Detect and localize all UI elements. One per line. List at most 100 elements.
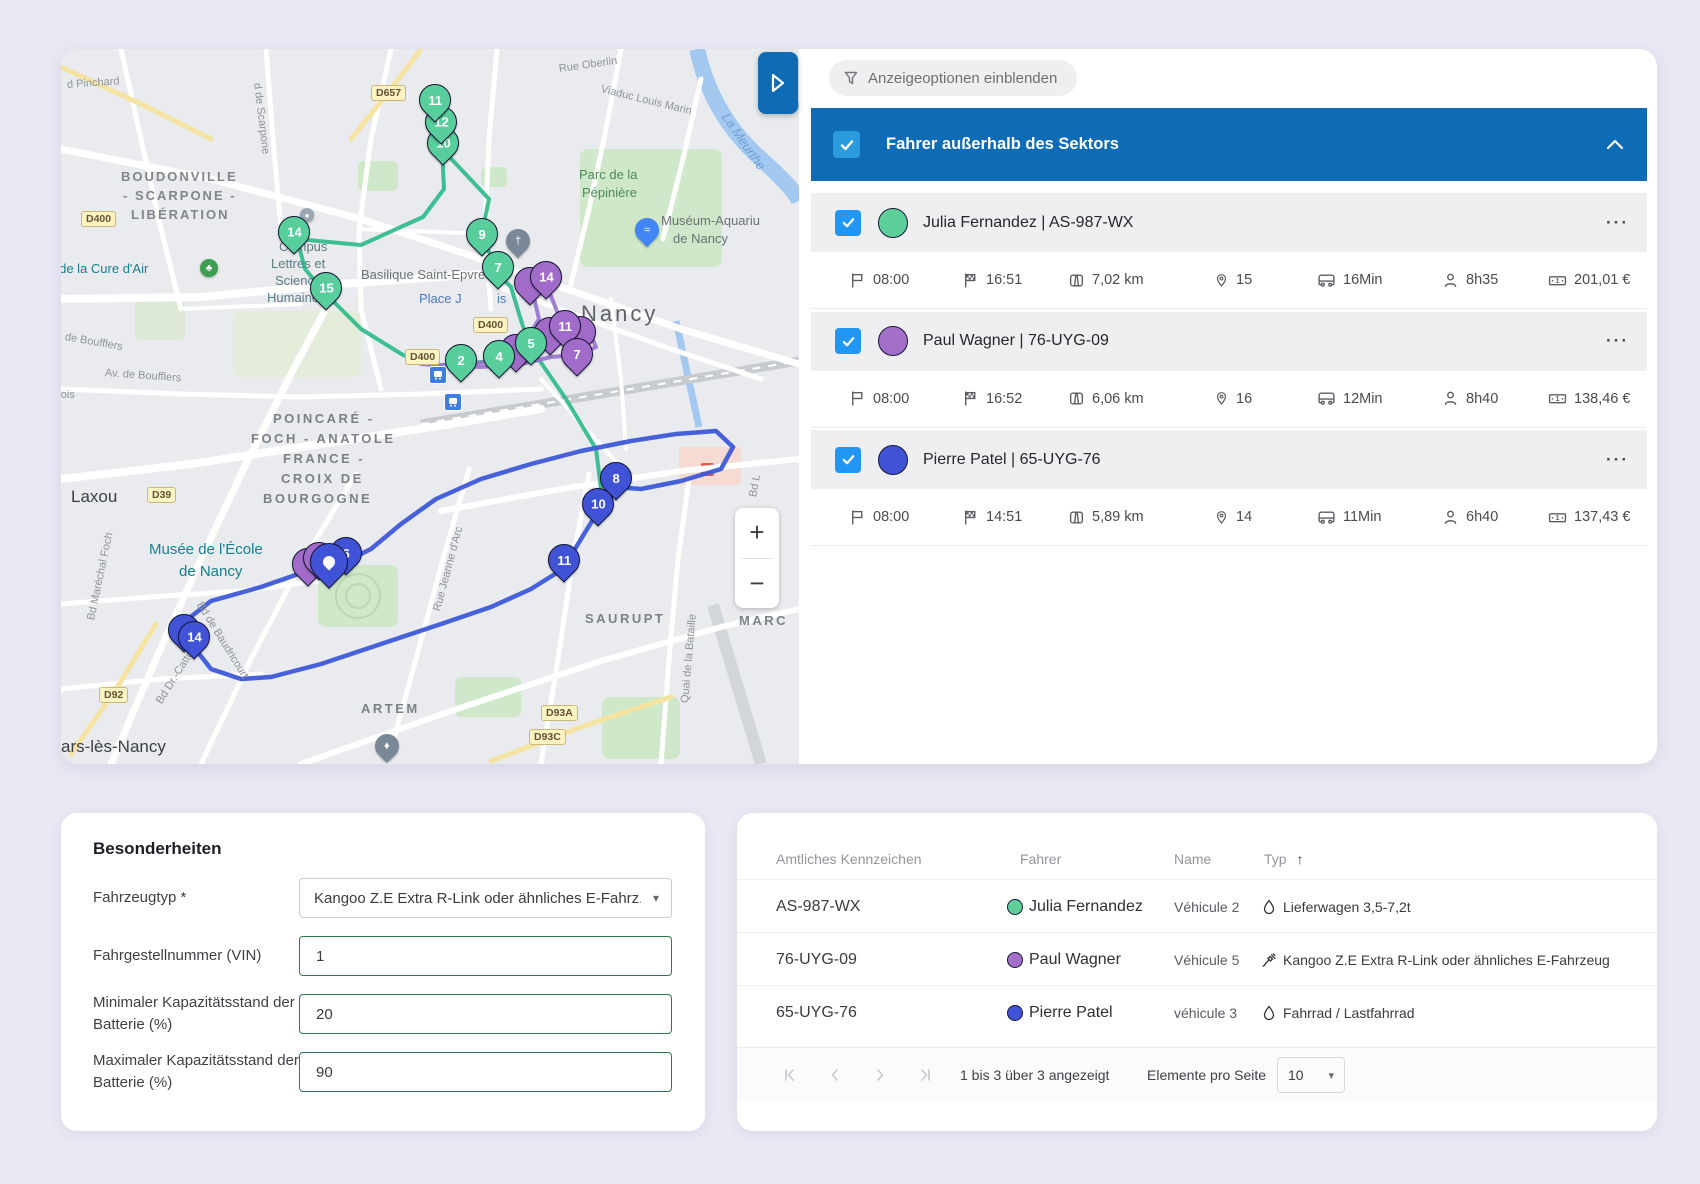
per-page-select[interactable]: 10 ▾ xyxy=(1277,1057,1345,1093)
driver-stat-distance: 6,06 km xyxy=(1068,371,1144,427)
person-icon xyxy=(1442,509,1459,526)
stop-number: 11 xyxy=(428,93,442,108)
driver-stat-end: 14:51 xyxy=(962,489,1022,545)
vehicle-type-select[interactable]: Kangoo Z.E Extra R-Link oder ähnliches E… xyxy=(299,878,672,918)
form-input-value: 1 xyxy=(316,948,324,965)
driver-stats-row: 08:0016:517,02 km1516Min8h351201,01 € xyxy=(811,252,1647,309)
driver-menu-button[interactable]: ··· xyxy=(1606,213,1629,233)
pagination-bar: 1 bis 3 über 3 angezeigt Elemente pro Se… xyxy=(737,1047,1657,1102)
driver-menu-button[interactable]: ··· xyxy=(1606,450,1629,470)
route-polyline xyxy=(188,431,733,679)
prev-page-button[interactable] xyxy=(820,1048,850,1102)
transit-station-icon xyxy=(429,366,447,384)
road-icon xyxy=(1068,390,1085,407)
form-input[interactable]: 20 xyxy=(299,994,672,1034)
driver-card-header[interactable]: Pierre Patel | 65-UYG-76··· xyxy=(811,430,1647,489)
drivers-panel: Anzeigeoptionen einblenden Fahrer außerh… xyxy=(799,49,1657,764)
driver-stat-distance: 5,89 km xyxy=(1068,489,1144,545)
table-row[interactable]: AS-987-WX Julia Fernandez Véhicule 2 Liefer… xyxy=(737,879,1657,933)
driver-stat-value: 6,06 km xyxy=(1092,391,1144,407)
display-options-chip[interactable]: Anzeigeoptionen einblenden xyxy=(829,60,1077,96)
driver-card-header[interactable]: Julia Fernandez | AS-987-WX··· xyxy=(811,193,1647,252)
form-field-label: Fahrzeugtyp * xyxy=(93,887,303,909)
zoom-out-button[interactable]: − xyxy=(735,559,779,609)
first-page-button[interactable] xyxy=(775,1048,805,1102)
cell-type: Fahrrad / Lastfahrrad xyxy=(1261,986,1415,1039)
driver-menu-button[interactable]: ··· xyxy=(1606,331,1629,351)
chevron-up-icon[interactable] xyxy=(1605,138,1625,152)
driver-name-text: Paul Wagner xyxy=(1029,951,1121,969)
driver-stat-value: 8h35 xyxy=(1466,272,1498,288)
caret-down-icon: ▾ xyxy=(1328,1069,1334,1082)
col-header-name[interactable]: Name xyxy=(1174,851,1211,867)
filter-icon xyxy=(843,70,859,86)
finish-icon xyxy=(962,509,979,526)
cell-plate: 76-UYG-09 xyxy=(776,933,857,986)
flag-icon xyxy=(849,272,866,289)
driver-stat-cost: 1137,43 € xyxy=(1548,489,1630,545)
driver-stat-value: 5,89 km xyxy=(1092,509,1144,525)
per-page-label: Elemente pro Seite xyxy=(1147,1048,1266,1102)
cell-type: Lieferwagen 3,5-7,2t xyxy=(1261,880,1411,933)
driver-stat-value: 16 xyxy=(1236,391,1252,407)
flag-icon xyxy=(849,390,866,407)
pin-icon xyxy=(1214,272,1229,289)
driver-stat-value: 14:51 xyxy=(986,509,1022,525)
road-icon xyxy=(1068,272,1085,289)
driver-stat-end: 16:51 xyxy=(962,252,1022,308)
road-shield: D92 xyxy=(99,687,128,703)
cell-type: Kangoo Z.E Extra R-Link oder ähnliches E… xyxy=(1261,933,1610,986)
last-page-button[interactable] xyxy=(910,1048,940,1102)
stop-number: 14 xyxy=(187,630,201,645)
cell-plate: AS-987-WX xyxy=(776,880,860,933)
form-title: Besonderheiten xyxy=(93,839,221,859)
driver-checkbox[interactable] xyxy=(835,210,861,236)
svg-text:1: 1 xyxy=(1556,515,1560,522)
next-page-button[interactable] xyxy=(865,1048,895,1102)
map-and-drivers-card: d Pinchardd de ScarponeRue OberlinViaduc… xyxy=(61,49,1657,764)
road-shield: D93C xyxy=(529,729,566,745)
panel-collapse-button[interactable] xyxy=(758,52,798,114)
sector-drivers-header[interactable]: Fahrer außerhalb des Sektors xyxy=(811,108,1647,181)
driver-stat-value: 6h40 xyxy=(1466,509,1498,525)
form-input[interactable]: 1 xyxy=(299,936,672,976)
cell-name: Véhicule 2 xyxy=(1174,880,1239,933)
table-row[interactable]: 65-UYG-76Pierre Patelvéhicule 3Fahrrad /… xyxy=(737,985,1657,1039)
table-row[interactable]: 76-UYG-09 Paul Wagner Véhicule 5 Kangoo Z.E… xyxy=(737,932,1657,986)
money-icon: 1 xyxy=(1548,509,1567,526)
col-header-type-label: Typ xyxy=(1264,851,1287,867)
cell-name: Véhicule 5 xyxy=(1174,933,1239,986)
sector-drivers-checkbox[interactable] xyxy=(833,131,860,158)
cell-driver: Paul Wagner xyxy=(1007,933,1121,986)
col-header-driver[interactable]: Fahrer xyxy=(1020,851,1061,867)
map-graphics xyxy=(61,49,799,764)
driver-card-header[interactable]: Paul Wagner | 76-UYG-09··· xyxy=(811,312,1647,371)
driver-name: Pierre Patel | 65-UYG-76 xyxy=(923,451,1606,469)
electric-icon xyxy=(1261,952,1277,968)
sort-asc-icon: ↑ xyxy=(1296,851,1303,867)
driver-stat-time: 8h35 xyxy=(1442,252,1498,308)
driver-checkbox[interactable] xyxy=(835,447,861,473)
map[interactable]: d Pinchardd de ScarponeRue OberlinViaduc… xyxy=(61,49,799,764)
vehicles-table-card: Amtliches Kennzeichen Fahrer Name Typ ↑ … xyxy=(737,813,1657,1131)
col-header-type[interactable]: Typ ↑ xyxy=(1264,851,1303,867)
chevron-right-icon xyxy=(767,71,789,95)
col-header-plate[interactable]: Amtliches Kennzeichen xyxy=(776,851,922,867)
driver-name-text: Julia Fernandez xyxy=(1029,898,1143,916)
stop-number: 11 xyxy=(557,553,571,568)
per-page-value: 10 xyxy=(1288,1067,1304,1083)
driver-stat-value: 08:00 xyxy=(873,509,909,525)
driver-stat-value: 15 xyxy=(1236,272,1252,288)
cell-plate: 65-UYG-76 xyxy=(776,986,857,1039)
road-shield: D400 xyxy=(473,317,508,333)
location-pin-icon xyxy=(323,556,335,568)
driver-avatar xyxy=(878,445,908,475)
form-input[interactable]: 90 xyxy=(299,1052,672,1092)
fuel-icon xyxy=(1261,1005,1277,1021)
driver-checkbox[interactable] xyxy=(835,328,861,354)
mini-pin-shape xyxy=(321,554,338,571)
stop-number: 14 xyxy=(539,270,553,285)
zoom-in-button[interactable]: + xyxy=(735,508,779,558)
driver-stat-start: 08:00 xyxy=(849,371,909,427)
form-field-label: Minimaler Kapazitätsstand der Batterie (… xyxy=(93,992,303,1036)
